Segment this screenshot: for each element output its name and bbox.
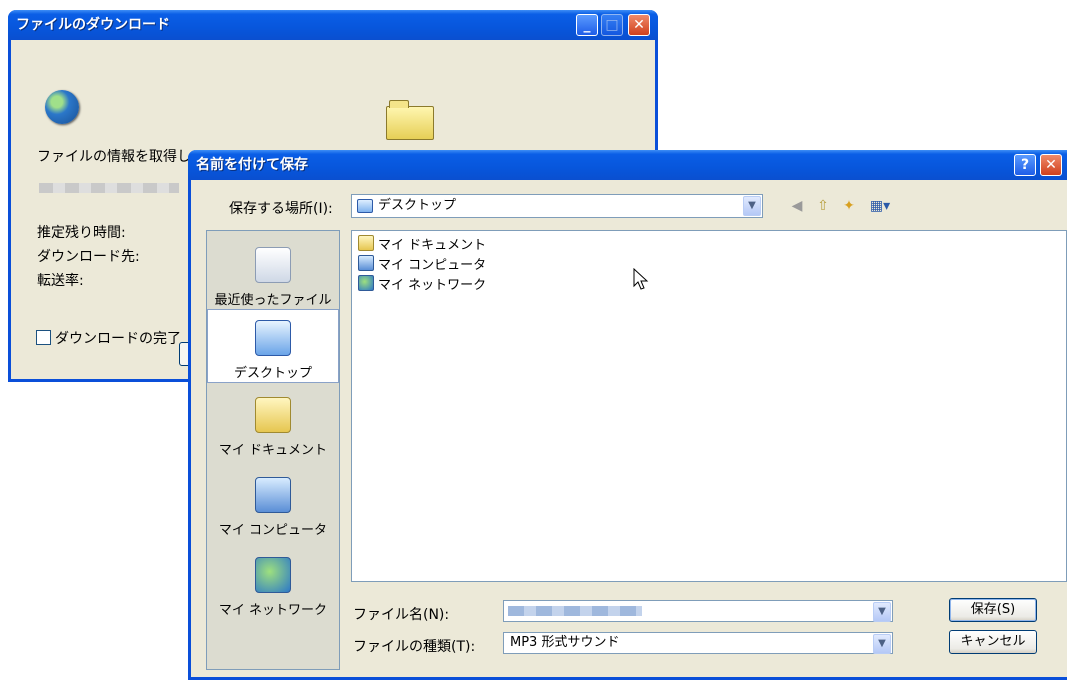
close-button[interactable]: ✕: [628, 14, 650, 36]
download-dialog-title: ファイルのダウンロード: [16, 17, 170, 33]
globe-icon: [45, 90, 79, 124]
download-status-text: ファイルの情報を取得し: [37, 149, 191, 165]
my-network-icon: [255, 557, 291, 593]
filename-input[interactable]: ▼: [503, 600, 893, 622]
up-folder-icon[interactable]: ⇧: [813, 196, 833, 216]
close-button[interactable]: ✕: [1040, 154, 1062, 176]
estimated-time-label: 推定残り時間:: [37, 225, 126, 241]
save-dialog-titlebar[interactable]: 名前を付けて保存 ? ✕: [188, 150, 1067, 180]
save-in-value: デスクトップ: [378, 198, 457, 213]
place-desktop[interactable]: デスクトップ: [207, 309, 339, 383]
download-to-label: ダウンロード先:: [37, 249, 140, 265]
place-label: マイ ドキュメント: [218, 443, 328, 458]
save-in-combo[interactable]: デスクトップ ▼: [351, 194, 763, 218]
desktop-icon: [255, 320, 291, 356]
blurred-filename: [508, 606, 642, 616]
mouse-cursor-icon: [633, 268, 649, 290]
chevron-down-icon[interactable]: ▼: [743, 196, 761, 216]
close-on-complete-checkbox[interactable]: [36, 330, 51, 345]
list-item-label: マイ ネットワーク: [378, 278, 487, 293]
save-dialog-title: 名前を付けて保存: [196, 157, 308, 173]
my-computer-icon: [255, 477, 291, 513]
list-item[interactable]: マイ コンピュータ: [358, 255, 486, 275]
my-documents-icon: [255, 397, 291, 433]
file-list[interactable]: マイ ドキュメント マイ コンピュータ マイ ネットワーク: [351, 230, 1067, 582]
list-item[interactable]: マイ ネットワーク: [358, 275, 486, 295]
help-button[interactable]: ?: [1014, 154, 1036, 176]
chevron-down-icon[interactable]: ▼: [873, 634, 891, 654]
folder-icon: [386, 100, 434, 140]
place-label: マイ コンピュータ: [218, 523, 328, 538]
filetype-label: ファイルの種類(T):: [353, 639, 476, 655]
places-bar: 最近使ったファイル デスクトップ マイ ドキュメント マイ コンピュータ マイ …: [206, 230, 340, 670]
recent-files-icon: [255, 247, 291, 283]
view-menu-icon[interactable]: ▦▾: [865, 196, 895, 216]
my-computer-icon: [358, 255, 374, 271]
place-my-computer[interactable]: マイ コンピュータ: [207, 477, 339, 538]
list-item-label: マイ コンピュータ: [378, 258, 487, 273]
filename-label: ファイル名(N):: [353, 607, 450, 623]
save-as-dialog: 名前を付けて保存 ? ✕ 保存する場所(I): デスクトップ ▼ ◀ ⇧ ✦ ▦…: [188, 150, 1067, 680]
minimize-button[interactable]: _: [576, 14, 598, 36]
my-network-icon: [358, 275, 374, 291]
filetype-select[interactable]: MP3 形式サウンド ▼: [503, 632, 893, 654]
list-item[interactable]: マイ ドキュメント: [358, 235, 486, 255]
save-in-label: 保存する場所(I):: [229, 201, 333, 217]
my-documents-icon: [358, 235, 374, 251]
list-item-label: マイ ドキュメント: [378, 238, 487, 253]
place-recent-files[interactable]: 最近使ったファイル: [207, 247, 339, 308]
desktop-icon: [357, 199, 373, 213]
place-my-network[interactable]: マイ ネットワーク: [207, 557, 339, 618]
chevron-down-icon[interactable]: ▼: [873, 602, 891, 622]
download-dialog-titlebar[interactable]: ファイルのダウンロード _ □ ✕: [8, 10, 658, 40]
maximize-button[interactable]: □: [601, 14, 623, 36]
back-icon[interactable]: ◀: [787, 196, 807, 216]
place-label: マイ ネットワーク: [218, 603, 328, 618]
blurred-filename: [39, 183, 179, 193]
save-button[interactable]: 保存(S): [949, 598, 1037, 622]
filetype-value: MP3 形式サウンド: [510, 635, 620, 650]
place-my-documents[interactable]: マイ ドキュメント: [207, 397, 339, 458]
place-label: 最近使ったファイル: [214, 293, 332, 308]
place-label: デスクトップ: [233, 366, 312, 381]
new-folder-icon[interactable]: ✦: [839, 196, 859, 216]
cancel-button[interactable]: キャンセル: [949, 630, 1037, 654]
close-on-complete-label[interactable]: ダウンロードの完了: [55, 328, 181, 348]
transfer-rate-label: 転送率:: [37, 273, 84, 289]
